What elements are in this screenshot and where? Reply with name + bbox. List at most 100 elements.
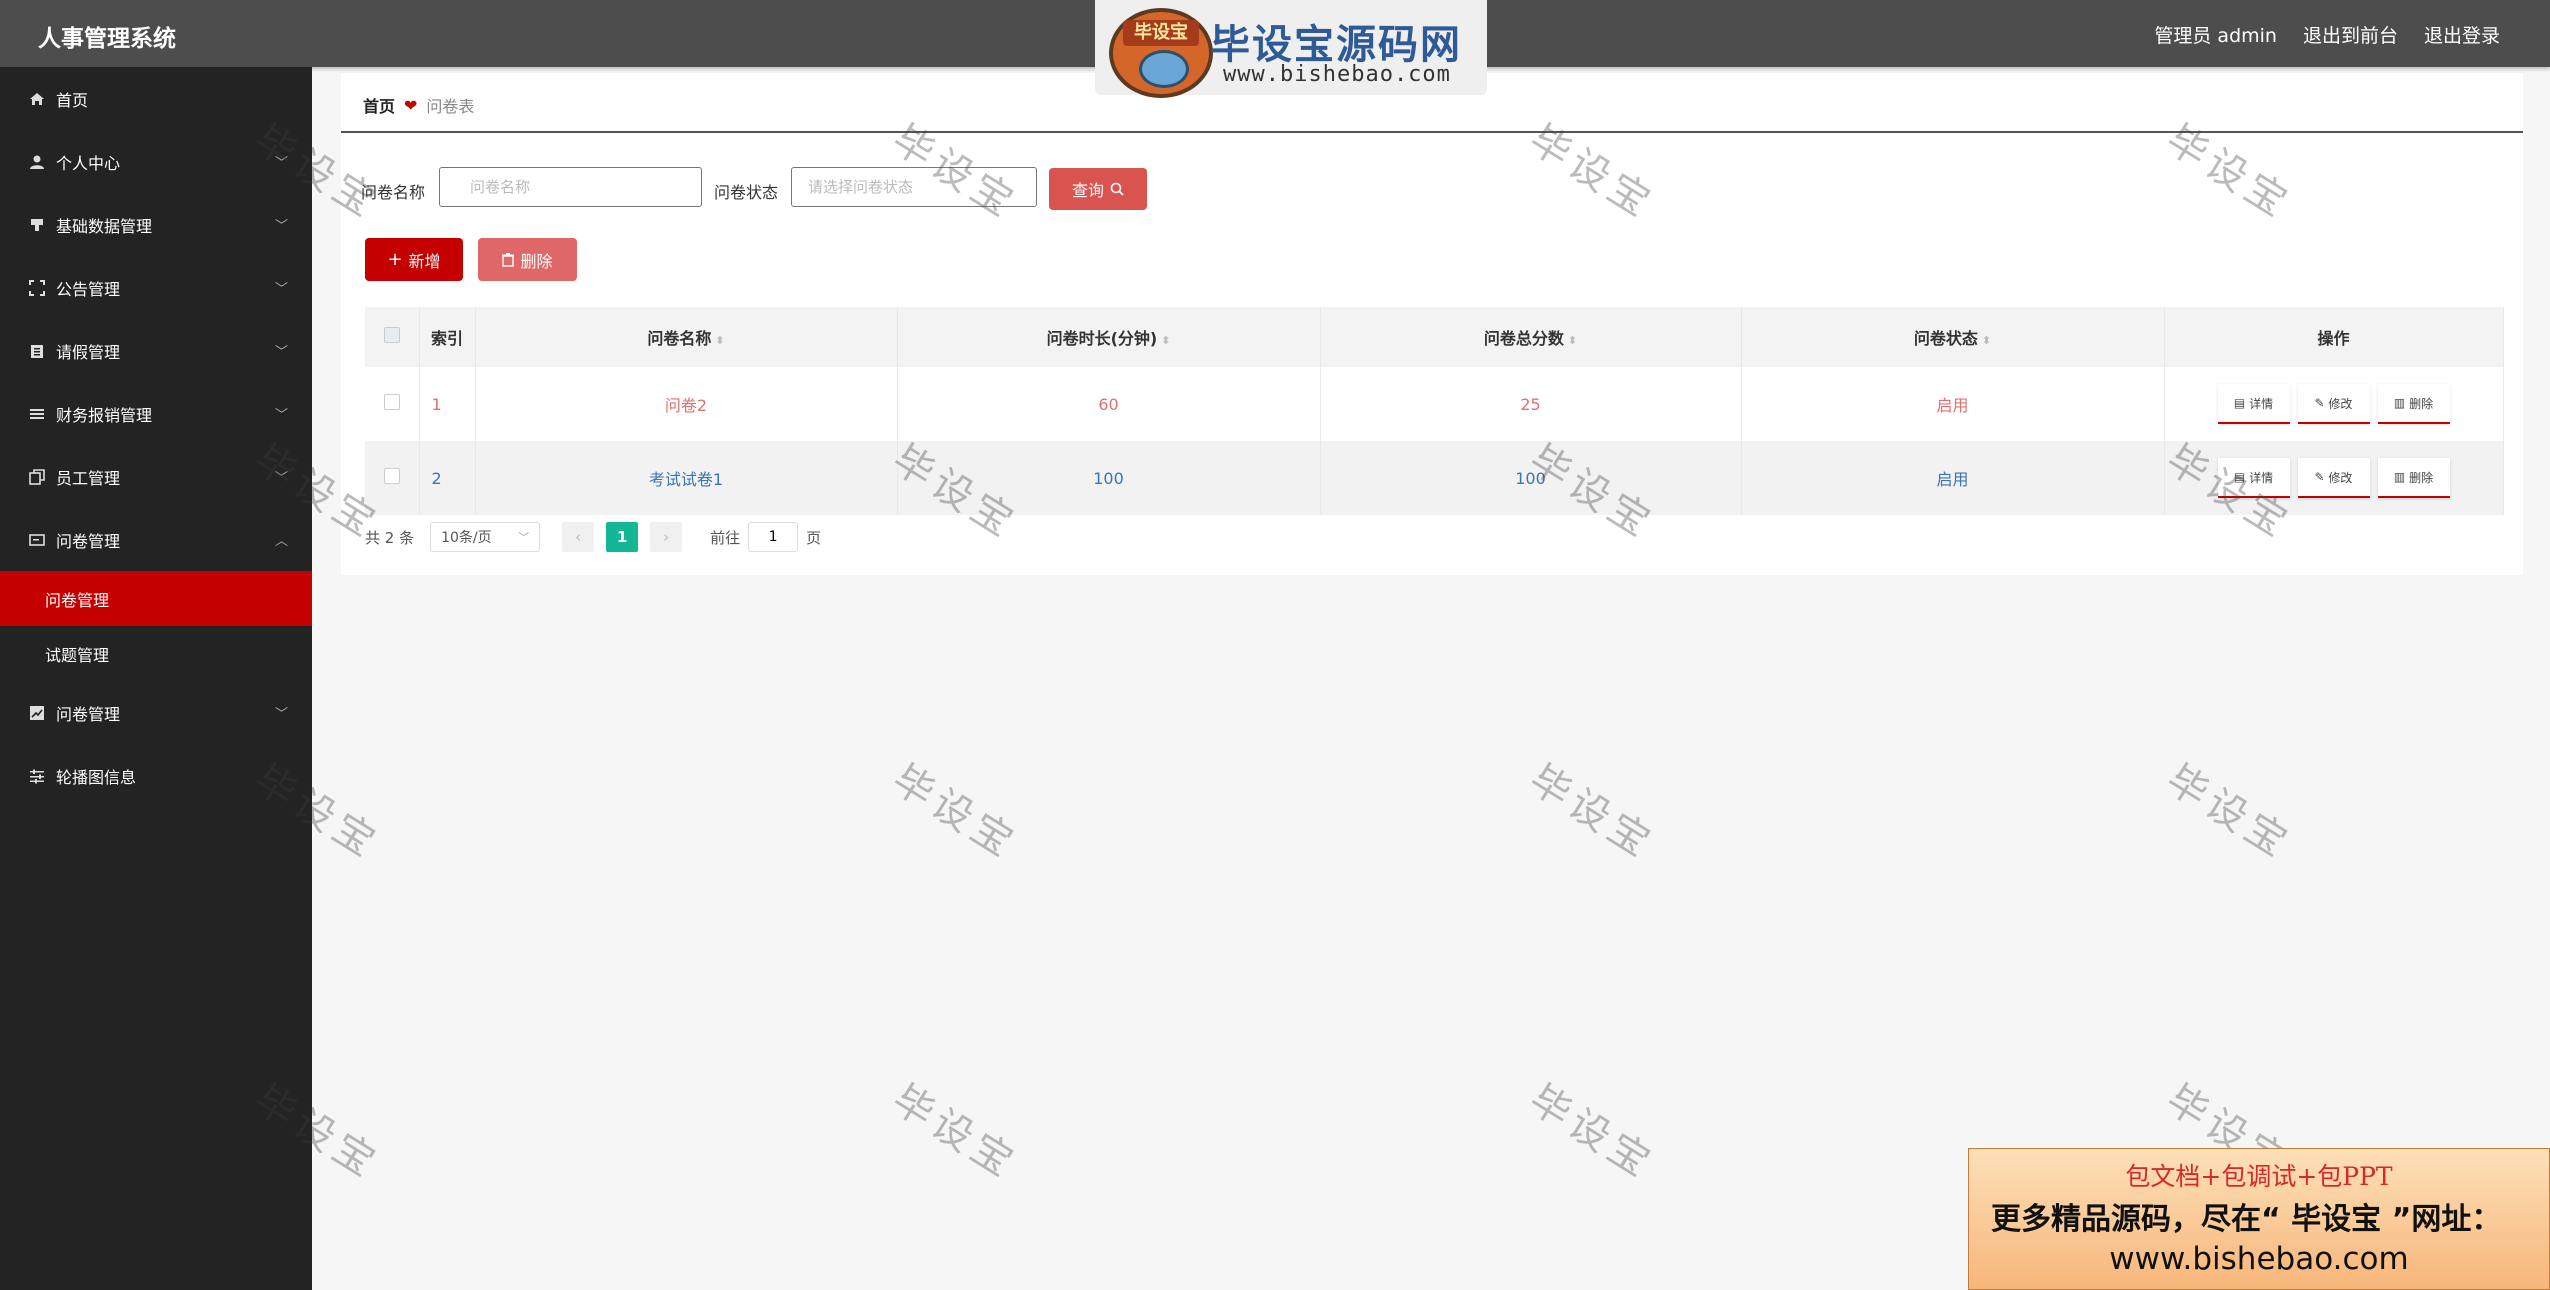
main-panel: 首页 ❤ 问卷表 问卷名称 问卷状态 查询 + 新增 删除 索引 问卷名称⬍	[341, 73, 2523, 575]
table-row: 2 考试试卷1 100 100 启用 ▤ 详情 ✎ 修改 ▥ 删除	[365, 441, 2504, 515]
mascot-logo-icon: 毕设宝	[1109, 8, 1213, 98]
stamp-icon	[28, 216, 46, 234]
trash-icon: ▥	[2393, 396, 2410, 410]
trash-icon: ▥	[2393, 470, 2410, 484]
sidebar-item-label: 首页	[56, 90, 89, 110]
top-links: 管理员 admin 退出到前台 退出登录	[2154, 21, 2500, 48]
clipboard-icon	[28, 342, 46, 360]
heart-icon: ❤	[404, 95, 418, 115]
list-icon	[28, 405, 46, 423]
prev-page-button[interactable]: ‹	[562, 522, 595, 552]
page-size-select[interactable]: 10条/页 ﹀	[430, 522, 541, 552]
row-select-cell	[365, 441, 420, 515]
row-checkbox[interactable]	[383, 394, 400, 410]
cell-name: 考试试卷1	[475, 441, 898, 515]
column-header-score[interactable]: 问卷总分数 ⬍	[1320, 307, 1742, 367]
sort-icon[interactable]: ⬍	[1161, 334, 1170, 347]
sidebar: 首页 个人中心 ﹀ 基础数据管理 ﹀ 公告管理 ﹀ 请假管理 ﹀ 财务报销管理 …	[0, 67, 312, 1290]
column-header-name[interactable]: 问卷名称 ⬍	[475, 307, 898, 367]
sidebar-item-carousel[interactable]: 轮播图信息	[0, 744, 312, 807]
sidebar-item-leave[interactable]: 请假管理 ﹀	[0, 319, 312, 382]
edit-icon: ✎	[2314, 470, 2329, 484]
goto-page-input[interactable]	[748, 522, 799, 552]
sidebar-item-notice[interactable]: 公告管理 ﹀	[0, 256, 312, 319]
delete-button-label: 删除	[520, 251, 553, 271]
batch-delete-button[interactable]: 删除	[478, 238, 577, 281]
page-number-current[interactable]: 1	[606, 522, 639, 552]
cell-score: 25	[1320, 367, 1742, 441]
add-button[interactable]: + 新增	[365, 238, 463, 281]
sidebar-item-questionnaire-stats[interactable]: 问卷管理 ﹀	[0, 681, 312, 744]
sidebar-item-finance[interactable]: 财务报销管理 ﹀	[0, 382, 312, 445]
user-icon	[28, 153, 46, 171]
doc-icon: ▤	[2233, 396, 2250, 410]
column-header-status[interactable]: 问卷状态 ⬍	[1741, 307, 2165, 367]
logout-link[interactable]: 退出登录	[2424, 21, 2500, 48]
goto-prefix: 前往	[710, 528, 741, 547]
cell-score: 100	[1320, 441, 1742, 515]
edit-button[interactable]: ✎ 修改	[2297, 458, 2370, 498]
sort-icon[interactable]: ⬍	[715, 334, 724, 347]
breadcrumb: 首页 ❤ 问卷表	[363, 93, 474, 117]
row-delete-button[interactable]: ▥ 删除	[2377, 384, 2450, 424]
admin-user-link[interactable]: 管理员 admin	[2154, 21, 2277, 48]
cell-duration: 100	[897, 441, 1321, 515]
trash-icon	[502, 252, 515, 267]
sidebar-item-personal-center[interactable]: 个人中心 ﹀	[0, 130, 312, 193]
chevron-down-icon: ﹀	[274, 471, 288, 486]
edit-icon: ✎	[2314, 396, 2329, 410]
bishebao-logo-watermark: 毕设宝 毕设宝源码网 www.bishebao.com	[1095, 0, 1487, 98]
sidebar-item-label: 基础数据管理	[56, 216, 153, 236]
sidebar-item-questionnaire-group[interactable]: 问卷管理 ︿	[0, 508, 312, 571]
sidebar-item-label: 财务报销管理	[56, 405, 153, 425]
promo-line-2: 更多精品源码，尽在“ 毕设宝 ”网址：	[1991, 1202, 2502, 1237]
cell-name: 问卷2	[475, 367, 898, 441]
sort-icon[interactable]: ⬍	[1568, 334, 1577, 347]
sidebar-item-home[interactable]: 首页	[0, 67, 312, 130]
promo-banner[interactable]: 包文档+包调试+包PPT 更多精品源码，尽在“ 毕设宝 ”网址： www.bis…	[1968, 1148, 2550, 1290]
breadcrumb-home[interactable]: 首页	[363, 93, 395, 117]
status-select[interactable]	[791, 167, 1037, 207]
next-page-button[interactable]: ›	[650, 522, 683, 552]
row-delete-label: 删除	[2409, 470, 2434, 485]
status-search-label: 问卷状态	[714, 183, 779, 202]
watermark-text: 毕设宝	[1521, 756, 1663, 869]
sidebar-item-label: 员工管理	[56, 468, 121, 488]
sidebar-subitem-question-manage[interactable]: 试题管理	[0, 626, 312, 681]
sliders-icon	[28, 767, 46, 785]
promo-url: www.bishebao.com	[2109, 1241, 2409, 1277]
row-checkbox[interactable]	[383, 468, 400, 484]
cell-index: 2	[419, 441, 476, 515]
column-label: 问卷状态	[1913, 329, 1978, 348]
breadcrumb-current: 问卷表	[426, 97, 475, 116]
exit-to-frontend-link[interactable]: 退出到前台	[2303, 21, 2398, 48]
name-search-input[interactable]	[439, 167, 702, 207]
app-title: 人事管理系统	[38, 26, 176, 52]
goto-suffix: 页	[806, 528, 822, 547]
query-button[interactable]: 查询	[1049, 168, 1147, 210]
sidebar-item-basic-data[interactable]: 基础数据管理 ﹀	[0, 193, 312, 256]
row-delete-button[interactable]: ▥ 删除	[2377, 458, 2450, 498]
chevron-down-icon: ﹀	[274, 408, 288, 423]
sidebar-subitem-label: 问卷管理	[45, 590, 110, 610]
search-icon	[1110, 182, 1124, 196]
detail-button[interactable]: ▤ 详情	[2217, 458, 2290, 498]
sort-icon[interactable]: ⬍	[1982, 334, 1991, 347]
page-size-value: 10条/页	[441, 530, 492, 546]
column-label: 操作	[2317, 329, 2350, 348]
sidebar-item-employee[interactable]: 员工管理 ﹀	[0, 445, 312, 508]
name-search-label: 问卷名称	[361, 183, 426, 202]
edit-button[interactable]: ✎ 修改	[2297, 384, 2370, 424]
pagination: 共 2 条 10条/页 ﹀ ‹ 1 › 前往 页	[365, 521, 821, 553]
cell-status: 启用	[1741, 367, 2165, 441]
select-all-checkbox[interactable]	[383, 327, 400, 343]
column-label: 问卷名称	[647, 329, 712, 348]
row-select-cell	[365, 367, 420, 441]
cell-status: 启用	[1741, 441, 2165, 515]
promo-line-1: 包文档+包调试+包PPT	[2125, 1162, 2393, 1191]
detail-button[interactable]: ▤ 详情	[2217, 384, 2290, 424]
edit-label: 修改	[2328, 470, 2353, 485]
column-header-duration[interactable]: 问卷时长(分钟) ⬍	[897, 307, 1321, 367]
column-header-index: 索引	[419, 307, 476, 367]
sidebar-subitem-questionnaire-manage[interactable]: 问卷管理	[0, 571, 312, 626]
